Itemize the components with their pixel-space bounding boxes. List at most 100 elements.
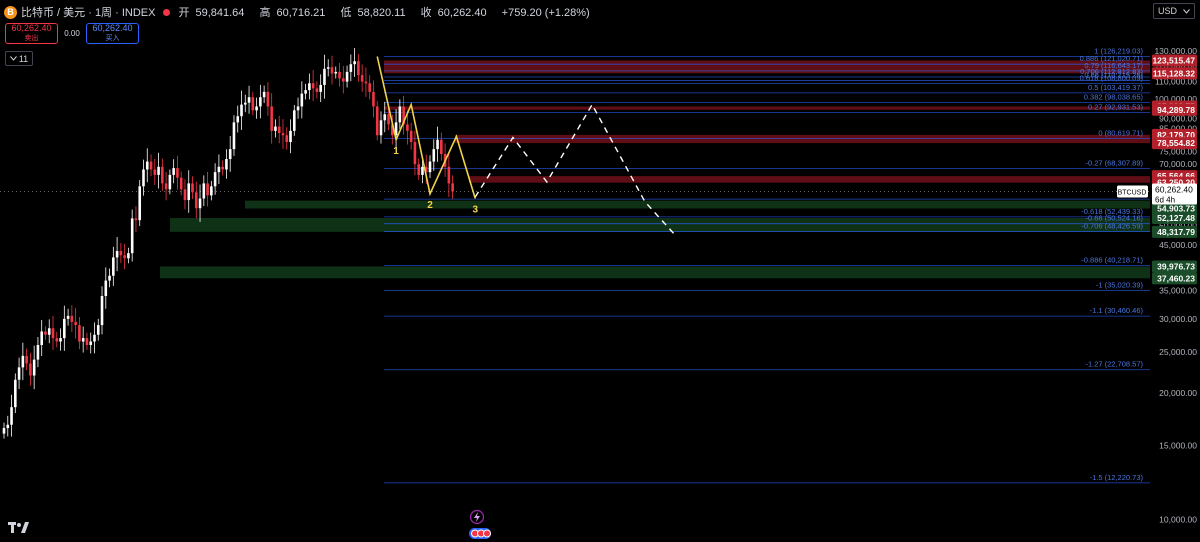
candle-body (428, 161, 432, 173)
projection-layer (474, 103, 676, 236)
price-label: 123,515.47 (1152, 55, 1195, 65)
fib-level-label: 0.618 (108,800.09) (1080, 74, 1144, 83)
support-zone (160, 266, 1150, 279)
fib-level-label: 0.382 (98,038.65) (1084, 93, 1144, 102)
fib-level-label: -0.886 (40,218.71) (1081, 255, 1143, 264)
candle-body (232, 122, 236, 150)
candle-body (55, 338, 59, 342)
candle-body (413, 142, 417, 165)
candle-body (274, 126, 277, 131)
candle-body (243, 102, 247, 105)
high-value: 60,716.21 (276, 7, 326, 19)
market-status-icon (163, 8, 171, 16)
candle-body (225, 159, 228, 170)
low-value: 58,820.11 (357, 7, 406, 19)
candle-body (334, 71, 338, 74)
bitcoin-icon: B (4, 5, 17, 19)
candle-body (145, 161, 149, 170)
candle-body (142, 169, 145, 187)
candle-body (409, 130, 413, 143)
symbol-tag: BTCUSD (1118, 190, 1147, 197)
candle-body (78, 325, 81, 342)
candle-body (406, 124, 409, 131)
candle-body (221, 166, 224, 170)
price-label: 48,317.79 (1157, 227, 1195, 237)
candle-body (357, 61, 360, 76)
candle-body (59, 338, 62, 342)
candle-body (353, 61, 356, 65)
candle-body (164, 183, 168, 190)
sell-price: 60,262.40 (11, 23, 52, 33)
candle-body (417, 164, 420, 175)
candle-body (277, 126, 281, 134)
candle-body (157, 166, 160, 175)
candle-body (115, 251, 119, 258)
currency-label: USD (1158, 6, 1178, 16)
change-value: +759.20 (+1.28%) (501, 7, 590, 19)
candle-body (289, 130, 292, 143)
wave-label: 2 (427, 200, 433, 211)
candle-body (183, 189, 187, 201)
candle-body (368, 83, 371, 92)
candle-body (387, 114, 390, 125)
candle-body (236, 116, 240, 123)
candle-body (198, 198, 202, 209)
candle-body (179, 177, 183, 190)
candle-body (93, 334, 96, 342)
ohlc-values: 开 59,841.64 高 60,716.21 低 58,820.11 收 60,262… (178, 4, 595, 20)
resistance-zone (455, 134, 1150, 144)
candle-body (138, 186, 142, 221)
resistance-zone (384, 60, 1150, 74)
buy-button[interactable]: 60,262.40 买入 (86, 23, 139, 44)
candle-body (112, 257, 115, 276)
candle-body (36, 345, 40, 360)
countdown-label: 6d 4h (1155, 196, 1175, 205)
candle-body (100, 296, 104, 326)
last-price-label: 60,262.40 (1155, 185, 1193, 195)
candle-body (338, 71, 341, 79)
candle-body (360, 75, 364, 82)
price-axis-tick: 15,000.00 (1159, 440, 1197, 450)
candle-body (375, 106, 379, 136)
open-value: 59,841.64 (195, 7, 245, 19)
fib-level-label: -0.27 (68,307.89) (1085, 159, 1143, 168)
candle-body (206, 183, 209, 196)
high-label: 高 (259, 7, 271, 19)
candle-body (161, 166, 164, 184)
symbol-title[interactable]: 比特币 / 美元 · 1周 · INDEX (21, 4, 155, 20)
price-axis-tick: 20,000.00 (1159, 388, 1197, 398)
low-label: 低 (340, 7, 352, 19)
price-label: 39,976.73 (1157, 261, 1195, 271)
candle-body (323, 68, 326, 85)
candle-body (247, 97, 251, 103)
flag-icon-badge (483, 529, 491, 538)
candle-body (251, 97, 255, 111)
sell-button[interactable]: 60,262.40 卖出 (5, 23, 58, 44)
candle-body (25, 355, 28, 364)
indicators-toggle[interactable]: 11 (5, 51, 33, 66)
candle-body (89, 341, 93, 346)
candle-body (270, 106, 273, 131)
candle-body (96, 325, 100, 335)
indicator-count: 11 (18, 53, 29, 64)
candle-body (304, 90, 307, 94)
candle-body (330, 67, 334, 74)
candle-body (421, 166, 424, 175)
candle-body (14, 379, 17, 408)
fib-level-label: 0.27 (92,931.53) (1088, 102, 1144, 111)
candle-body (17, 367, 21, 380)
candle-body (262, 91, 266, 98)
price-label: 115,128.32 (1153, 68, 1195, 78)
candle-body (10, 407, 13, 425)
candle-body (281, 133, 285, 136)
candle-body (259, 97, 262, 107)
candle-body (342, 78, 345, 82)
candle-body (63, 318, 66, 339)
price-chart[interactable]: 1 (126,219.03)0.886 (121,020.71)0.79 (11… (0, 0, 1200, 542)
candle-body (85, 338, 89, 346)
price-label: 37,460.23 (1157, 273, 1195, 283)
trade-panel: 60,262.40 卖出 0.00 60,262.40 买入 (5, 23, 139, 44)
currency-selector[interactable]: USD (1153, 3, 1195, 19)
close-label: 收 (420, 7, 432, 19)
tradingview-logo-icon[interactable] (8, 522, 30, 537)
